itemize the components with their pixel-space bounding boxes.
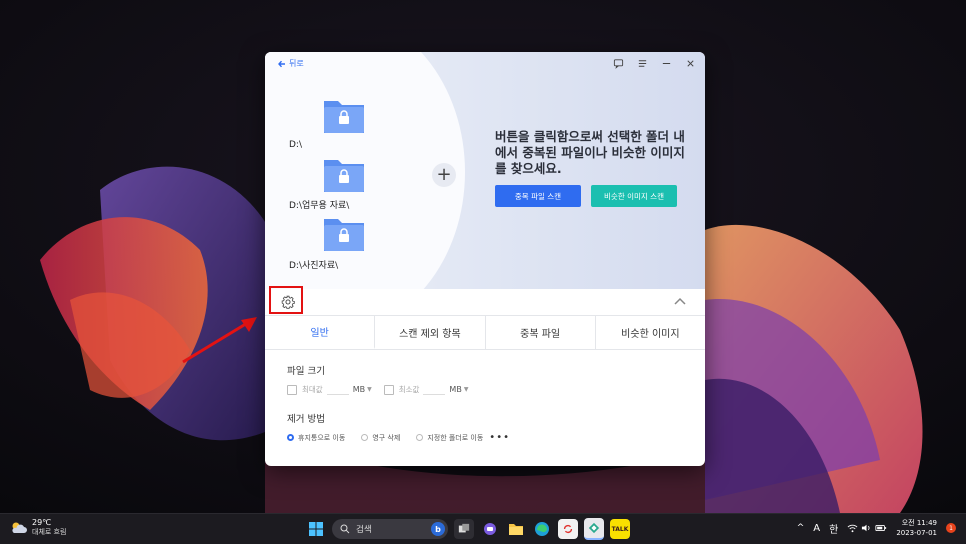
settings-tabs: 일반 스캔 제외 항목 중복 파일 비슷한 이미지 <box>265 315 705 350</box>
max-size-label: 최대값 <box>302 385 323 394</box>
settings-gear-icon[interactable] <box>281 295 295 309</box>
clock[interactable]: 오전 11:49 2023-07-01 <box>896 518 937 538</box>
scan-duplicates-button[interactable]: 중복 파일 스캔 <box>495 185 581 207</box>
arrow-left-icon <box>278 60 285 67</box>
min-size-checkbox[interactable] <box>383 384 394 395</box>
duplicate-finder-app-icon[interactable] <box>584 518 604 540</box>
clock-date: 2023-07-01 <box>896 529 937 537</box>
folder-icon[interactable] <box>322 97 366 135</box>
windows-start-icon[interactable] <box>306 519 326 539</box>
bing-icon[interactable]: b <box>431 522 445 536</box>
hero-instruction: 버튼을 클릭함으로써 선택한 폴더 내에서 중복된 파일이나 비슷한 이미지를 … <box>495 129 685 176</box>
cloud-icon <box>12 522 27 533</box>
min-size-unit[interactable]: MB <box>449 385 461 394</box>
close-icon[interactable] <box>683 56 697 70</box>
volume-icon <box>862 524 870 532</box>
search-placeholder: 검색 <box>356 525 372 535</box>
more-options-icon[interactable]: ••• <box>489 432 510 443</box>
min-size-input[interactable] <box>423 385 446 395</box>
weather-desc: 대체로 흐림 <box>32 528 67 536</box>
scan-similar-images-button[interactable]: 비슷한 이미지 스캔 <box>591 185 677 207</box>
folder-icon[interactable] <box>322 215 366 253</box>
taskbar: 29℃ 대체로 흐림 검색 b TALK ^ A 한 오전 11:49 2023… <box>0 513 966 544</box>
radio-label[interactable]: 휴지통으로 이동 <box>298 433 345 443</box>
search-icon <box>340 524 350 534</box>
folder-path-label: D:\사진자료\ <box>289 261 339 271</box>
duplicate-finder-window: 뒤로 D:\ D:\업무용 자료\ D:\사진자료\ + 버튼을 클릭함으로써 … <box>265 52 705 466</box>
file-explorer-icon[interactable] <box>506 519 526 539</box>
radio-label[interactable]: 영구 삭제 <box>372 433 400 443</box>
removal-method-title: 제거 방법 <box>287 414 325 425</box>
tab-scan-exclusions[interactable]: 스캔 제외 항목 <box>375 316 486 349</box>
radio-permanent-delete[interactable] <box>361 434 369 441</box>
feedback-icon[interactable] <box>611 56 625 70</box>
file-size-title: 파일 크기 <box>287 366 325 377</box>
tab-general[interactable]: 일반 <box>265 316 376 349</box>
hero-panel: 뒤로 D:\ D:\업무용 자료\ D:\사진자료\ + 버튼을 클릭함으로써 … <box>265 52 705 289</box>
ime-hangul-indicator[interactable]: 한 <box>829 521 838 536</box>
min-size-label: 최소값 <box>398 385 420 394</box>
max-size-unit[interactable]: MB <box>353 385 365 394</box>
chat-icon[interactable] <box>480 519 500 539</box>
taskbar-search[interactable]: 검색 b <box>332 519 448 539</box>
chevron-up-icon[interactable]: ^ <box>797 523 805 533</box>
weather-temp: 29℃ <box>32 518 52 527</box>
wifi-icon <box>847 524 858 533</box>
window-controls <box>611 56 697 70</box>
caret-down-icon[interactable]: ▼ <box>367 386 372 393</box>
radio-recycle-bin[interactable] <box>287 434 294 441</box>
system-tray: ^ A 한 오전 11:49 2023-07-01 1 <box>797 518 956 538</box>
clock-time: 오전 11:49 <box>901 519 937 527</box>
tab-duplicate-files[interactable]: 중복 파일 <box>486 316 596 349</box>
caret-down-icon[interactable]: ▼ <box>464 386 469 393</box>
minimize-icon[interactable] <box>659 56 673 70</box>
file-size-row: 최대값 MB ▼ 최소값 MB ▼ <box>287 384 480 395</box>
annotation-arrow <box>182 317 257 364</box>
network-volume-battery-icons[interactable] <box>847 523 887 533</box>
radio-label[interactable]: 지정한 폴더로 이동 <box>427 433 483 443</box>
add-folder-button[interactable]: + <box>432 163 456 187</box>
back-link[interactable]: 뒤로 <box>277 58 304 69</box>
folder-path-label: D:\ <box>289 140 302 150</box>
weather-widget[interactable]: 29℃ 대체로 흐림 <box>10 518 66 537</box>
radio-move-to-folder[interactable] <box>416 434 424 441</box>
app-sync-icon[interactable] <box>558 519 578 539</box>
edge-icon[interactable] <box>532 519 552 539</box>
back-label: 뒤로 <box>289 59 304 68</box>
folder-path-label: D:\업무용 자료\ <box>289 201 350 211</box>
kakaotalk-icon[interactable]: TALK <box>610 519 630 539</box>
chevron-up-icon[interactable] <box>673 295 687 307</box>
taskbar-apps: 검색 b TALK <box>306 517 630 541</box>
battery-icon <box>875 525 887 531</box>
max-size-input[interactable] <box>326 385 349 395</box>
task-view-icon[interactable] <box>454 519 474 539</box>
tab-similar-images[interactable]: 비슷한 이미지 <box>596 316 705 349</box>
max-size-checkbox[interactable] <box>287 384 297 395</box>
menu-icon[interactable] <box>635 56 649 70</box>
ime-mode-indicator[interactable]: A <box>813 523 820 534</box>
notification-badge[interactable]: 1 <box>946 523 956 533</box>
plus-icon: + <box>436 164 452 185</box>
removal-options-row: 휴지통으로 이동 영구 삭제 지정한 폴더로 이동 ••• <box>287 432 510 443</box>
settings-bar <box>265 286 705 315</box>
folder-icon[interactable] <box>322 156 366 194</box>
